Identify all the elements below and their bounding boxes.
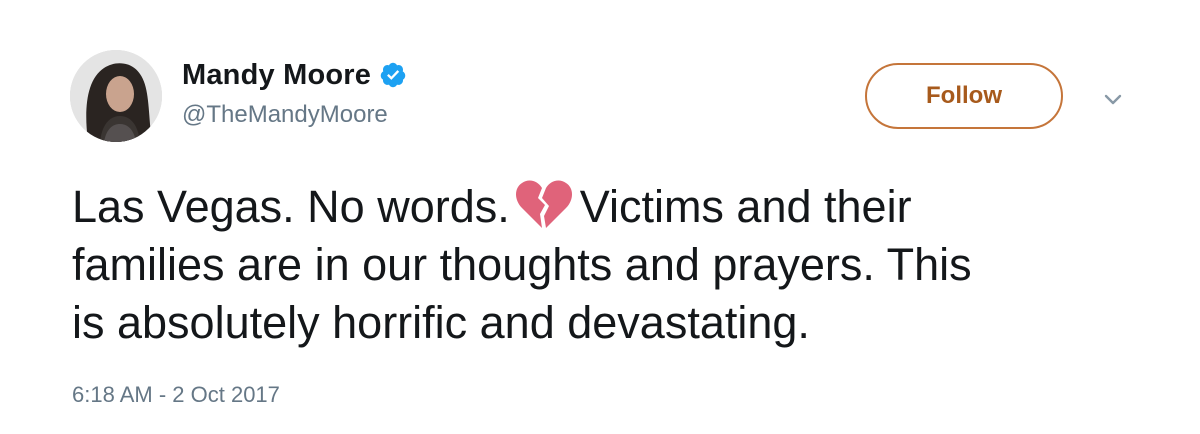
tweet-text-segment: Victims and their [579, 181, 912, 232]
avatar[interactable] [70, 50, 162, 142]
tweet-text: Las Vegas. No words. Victims and their f… [72, 178, 1152, 352]
tweet-text-line-1: Las Vegas. No words. Victims and their [72, 178, 1152, 236]
profile-photo [70, 50, 162, 142]
chevron-down-icon[interactable] [1100, 90, 1126, 110]
tweet-timestamp[interactable]: 6:18 AM - 2 Oct 2017 [72, 382, 280, 408]
tweet-text-line-3: is absolutely horrific and devastating. [72, 297, 810, 348]
verified-badge-icon [379, 61, 407, 89]
follow-button[interactable]: Follow [865, 63, 1063, 129]
tweet-text-segment: Las Vegas. No words. [72, 181, 510, 232]
tweet-text-line-2: families are in our thoughts and prayers… [72, 239, 972, 290]
display-name[interactable]: Mandy Moore [182, 59, 371, 92]
tweet-card: Mandy Moore @TheMandyMoore Follow Las Ve… [0, 0, 1200, 434]
broken-heart-icon [514, 178, 574, 230]
author-name-row[interactable]: Mandy Moore [182, 56, 407, 94]
user-handle[interactable]: @TheMandyMoore [182, 101, 388, 129]
